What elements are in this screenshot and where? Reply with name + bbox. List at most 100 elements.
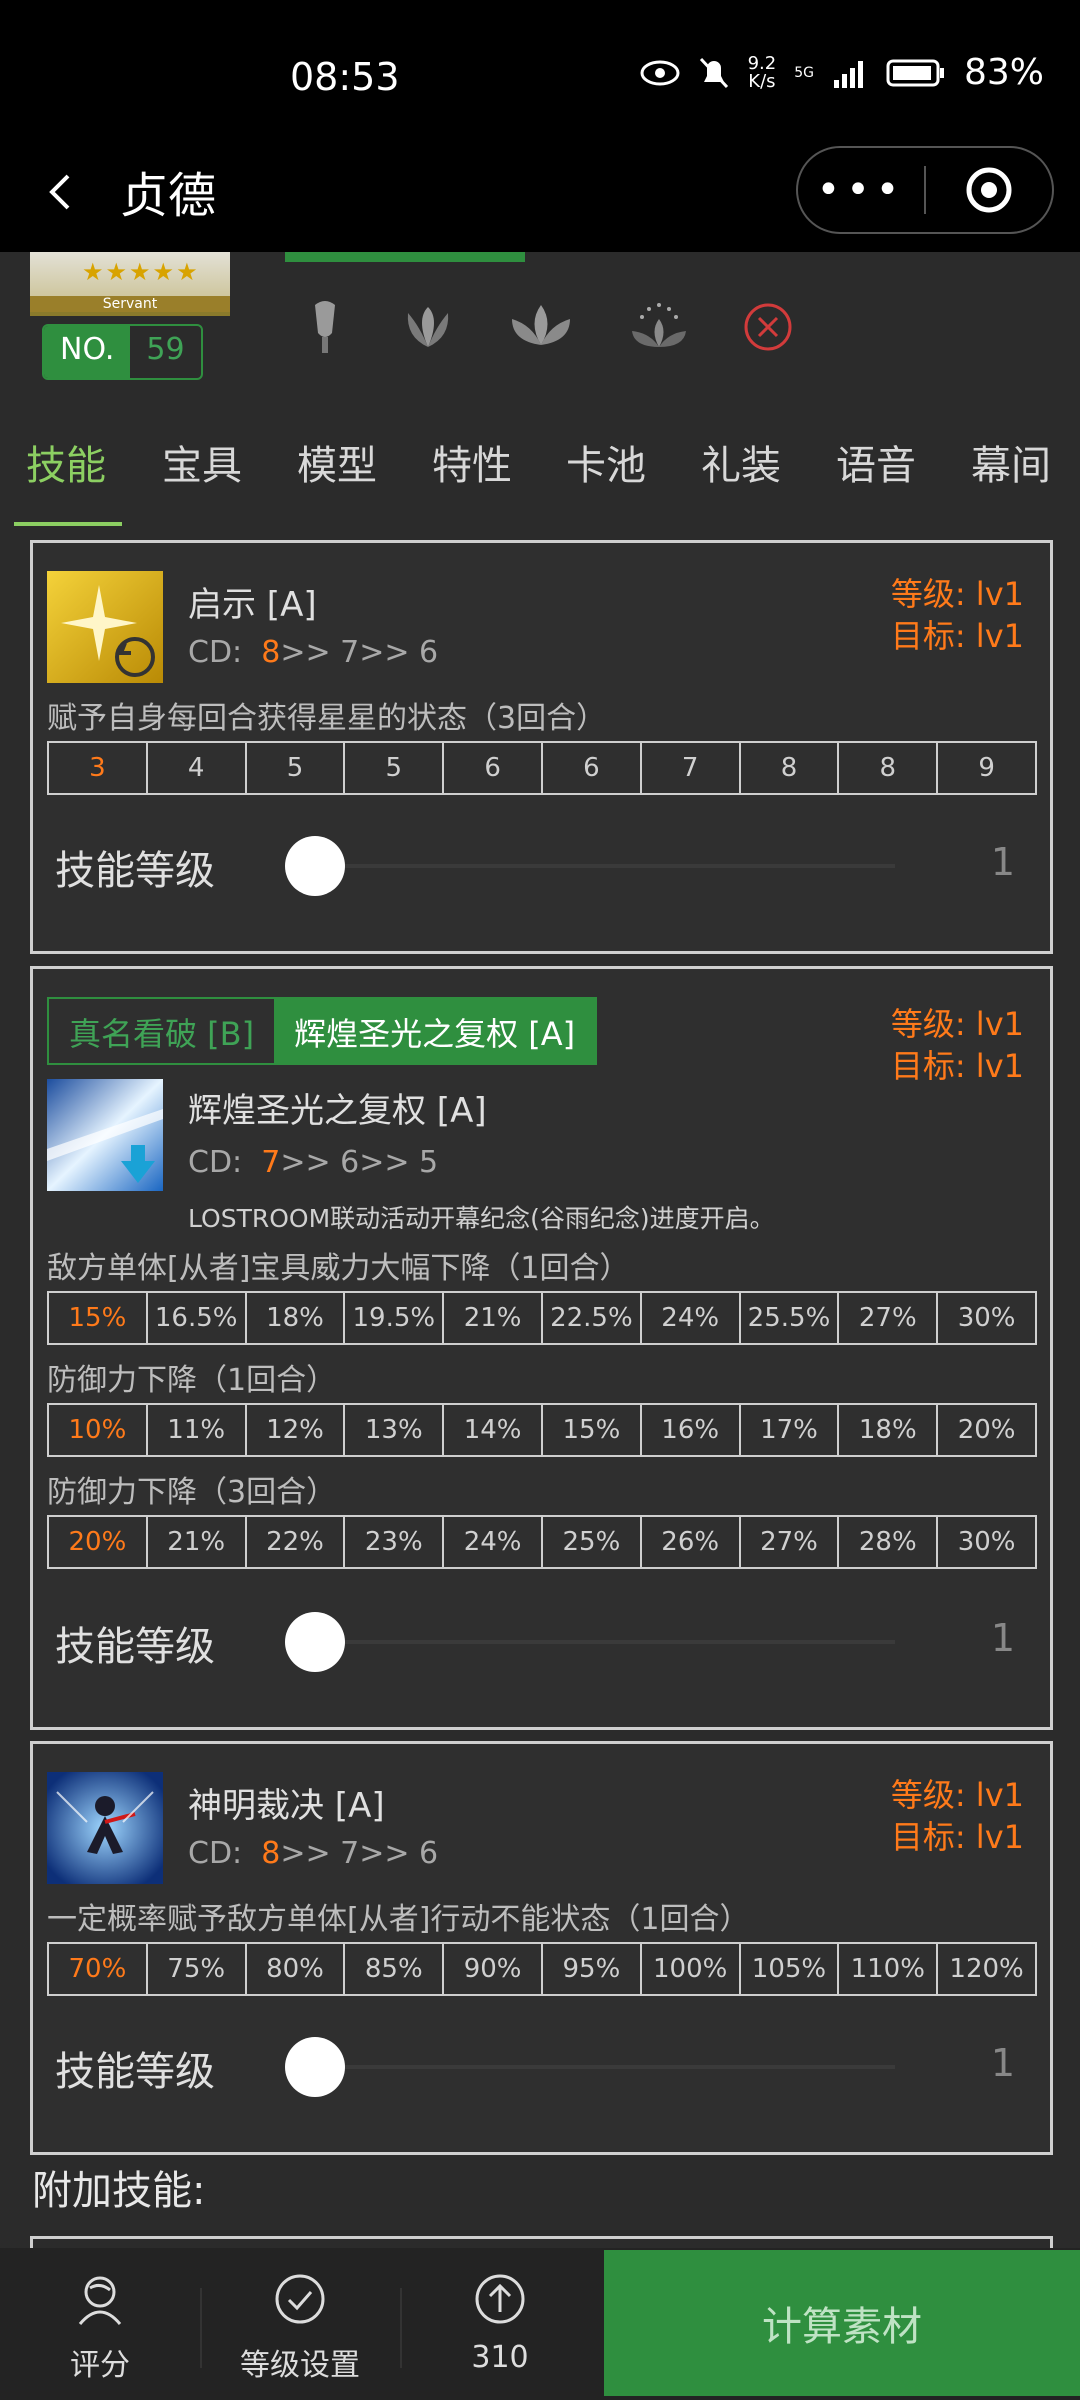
table-cell: 15%: [540, 1403, 642, 1457]
close-circle-icon[interactable]: [742, 301, 794, 353]
skill-2-target: 目标: lv1: [890, 1047, 1024, 1085]
table-cell: 25.5%: [738, 1291, 840, 1345]
battery-icon: [886, 59, 944, 86]
bulb-icon[interactable]: [300, 297, 350, 357]
table-cell: 8: [837, 741, 939, 795]
blossom-icon[interactable]: [624, 297, 694, 357]
table-cell: 95%: [540, 1942, 642, 1996]
table-cell: 20%: [47, 1515, 148, 1569]
table-cell: 6: [442, 741, 543, 795]
skill-3-target: 目标: lv1: [890, 1818, 1024, 1856]
table-cell: 13%: [343, 1403, 445, 1457]
table-cell: 25%: [540, 1515, 642, 1569]
table-cell: 6: [540, 741, 642, 795]
table-cell: 26%: [639, 1515, 741, 1569]
level-setting-label: 等级设置: [240, 2348, 360, 2383]
table-cell: 19.5%: [343, 1291, 445, 1345]
net-speed: 9.2 K/s: [747, 52, 777, 92]
more-dots-icon[interactable]: •••: [798, 167, 924, 213]
tab-variant-a[interactable]: 辉煌圣光之复权 [A]: [274, 999, 596, 1063]
skill-2-effect-2-desc: 防御力下降（1回合）: [47, 1363, 337, 1398]
skill-3-effect-table: 70% 75% 80% 85% 90% 95% 100% 105% 110% 1…: [47, 1942, 1037, 1996]
skill-level-label: 技能等级: [55, 848, 215, 894]
slider-value: 1: [990, 1616, 1015, 1660]
servant-card-image[interactable]: ★★★★★ Servant: [30, 252, 230, 316]
mute-bell-icon: [699, 57, 728, 88]
skill-3-icon[interactable]: [47, 1772, 163, 1884]
skill-1-level-slider: 技能等级 1: [55, 826, 1045, 906]
tab-gacha[interactable]: 卡池: [566, 433, 646, 491]
tab-traits[interactable]: 特性: [432, 433, 512, 491]
title-bar: 贞德 •••: [0, 146, 1080, 252]
skill-panel-1: 启示 [A] CD: 8>> 7>> 6 等级: lv1 目标: lv1 赋予自…: [30, 540, 1053, 954]
rate-icon: [74, 2272, 126, 2332]
tab-model[interactable]: 模型: [297, 433, 377, 491]
no-value: 59: [146, 332, 185, 367]
tab-interlude[interactable]: 幕间: [971, 433, 1051, 491]
status-time: 08:53: [290, 55, 400, 99]
table-cell: 21%: [442, 1291, 543, 1345]
bud-icon[interactable]: [398, 297, 458, 357]
skill-3-level: 等级: lv1: [890, 1776, 1024, 1814]
table-cell: 18%: [244, 1291, 346, 1345]
signal-bars-icon: [833, 60, 863, 88]
chevron-left-icon: [49, 174, 70, 210]
skill-1-effect-desc: 赋予自身每回合获得星星的状态（3回合）: [47, 701, 607, 736]
skill-3-cooldown: CD: 8>> 7>> 6: [188, 1836, 439, 1871]
table-cell: 15%: [47, 1291, 148, 1345]
green-progress-bar: [285, 252, 525, 262]
table-cell: 30%: [936, 1291, 1037, 1345]
skill-1-icon[interactable]: [47, 571, 163, 683]
skill-2-icon[interactable]: [47, 1079, 163, 1191]
skill-2-effect-1-table: 15% 16.5% 18% 19.5% 21% 22.5% 24% 25.5% …: [47, 1291, 1037, 1345]
card-label: Servant: [30, 296, 230, 312]
skill-2-name: 辉煌圣光之复权 [A]: [188, 1091, 487, 1131]
upvote-button[interactable]: 310: [400, 2248, 600, 2400]
table-cell: 3: [47, 741, 148, 795]
lotus-icon[interactable]: [506, 297, 576, 357]
slider-knob[interactable]: [285, 2037, 345, 2097]
slider-knob[interactable]: [285, 1612, 345, 1672]
table-cell: 18%: [837, 1403, 939, 1457]
back-button[interactable]: [40, 162, 80, 222]
table-cell: 9: [936, 741, 1037, 795]
page-title: 贞德: [120, 168, 217, 224]
status-icons: 9.2 K/s 5G 83%: [640, 52, 1044, 93]
tab-noble-phantasm[interactable]: 宝具: [162, 433, 242, 491]
skill-3-effect-desc: 一定概率赋予敌方单体[从者]行动不能状态（1回合）: [47, 1902, 750, 1937]
upvote-count: 310: [471, 2340, 529, 2375]
slider-knob[interactable]: [285, 836, 345, 896]
skill-2-level-slider: 技能等级 1: [55, 1602, 1045, 1682]
skill-1-cooldown: CD: 8>> 7>> 6: [188, 635, 439, 670]
slider-track[interactable]: [305, 1640, 895, 1644]
table-cell: 12%: [244, 1403, 346, 1457]
table-cell: 10%: [47, 1403, 148, 1457]
table-cell: 16.5%: [145, 1291, 247, 1345]
rate-button[interactable]: 评分: [0, 2248, 200, 2400]
table-cell: 30%: [936, 1515, 1037, 1569]
table-cell: 105%: [738, 1942, 840, 1996]
level-setting-button[interactable]: 等级设置: [200, 2248, 400, 2400]
tab-craft-essence[interactable]: 礼装: [701, 433, 781, 491]
skill-2-effect-1-desc: 敌方单体[从者]宝具威力大幅下降（1回合）: [47, 1251, 630, 1286]
rarity-stars: ★★★★★: [82, 258, 200, 286]
skill-1-level: 等级: lv1: [890, 575, 1024, 613]
table-cell: 21%: [145, 1515, 247, 1569]
table-cell: 20%: [936, 1403, 1037, 1457]
skill-2-variant-tabs: 真名看破 [B] 辉煌圣光之复权 [A]: [47, 997, 598, 1065]
skill-3-level-slider: 技能等级 1: [55, 2027, 1045, 2107]
section-tabs: 技能 宝具 模型 特性 卡池 礼装 语音 幕间: [0, 400, 1080, 530]
skill-3-levels: 等级: lv1 目标: lv1: [891, 1774, 1024, 1858]
tab-variant-b[interactable]: 真名看破 [B]: [49, 999, 274, 1063]
servant-number-badge: NO. 59: [42, 324, 203, 380]
slider-track[interactable]: [305, 864, 895, 868]
skill-level-label: 技能等级: [55, 2049, 215, 2095]
eye-icon: [640, 60, 680, 85]
target-icon[interactable]: [926, 164, 1052, 216]
tab-voice[interactable]: 语音: [836, 433, 916, 491]
table-cell: 8: [738, 741, 840, 795]
tab-skills[interactable]: 技能: [26, 433, 106, 491]
slider-track[interactable]: [305, 2065, 895, 2069]
table-cell: 75%: [145, 1942, 247, 1996]
calculate-materials-button[interactable]: 计算素材: [604, 2250, 1080, 2396]
